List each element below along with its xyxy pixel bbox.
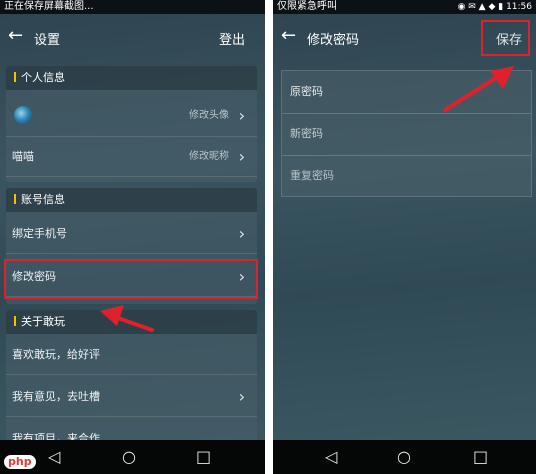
- red-arrow-right: [443, 66, 514, 112]
- home-circle-icon[interactable]: ○: [122, 440, 136, 474]
- home-circle-icon[interactable]: ○: [397, 440, 411, 474]
- nav-bar: ◁ ○ □: [0, 440, 265, 474]
- recents-square-icon[interactable]: □: [196, 440, 211, 474]
- back-triangle-icon[interactable]: ◁: [48, 440, 60, 474]
- back-triangle-icon[interactable]: ◁: [325, 440, 337, 474]
- php-watermark: php: [4, 455, 36, 469]
- settings-screen: 正在保存屏幕截图... ← 设置 登出 个人信息 修改头像 › 喵喵 修改昵称 …: [0, 0, 265, 474]
- change-password-screen: 仅限紧急呼叫 ◉ ✉ ▲ ◆ ▮ 11:56 ← 修改密码 保存 原密码 新密码…: [273, 0, 536, 474]
- red-arrow-left: [100, 305, 154, 332]
- nav-bar: ◁ ○ □: [273, 440, 536, 474]
- recents-square-icon[interactable]: □: [473, 440, 488, 474]
